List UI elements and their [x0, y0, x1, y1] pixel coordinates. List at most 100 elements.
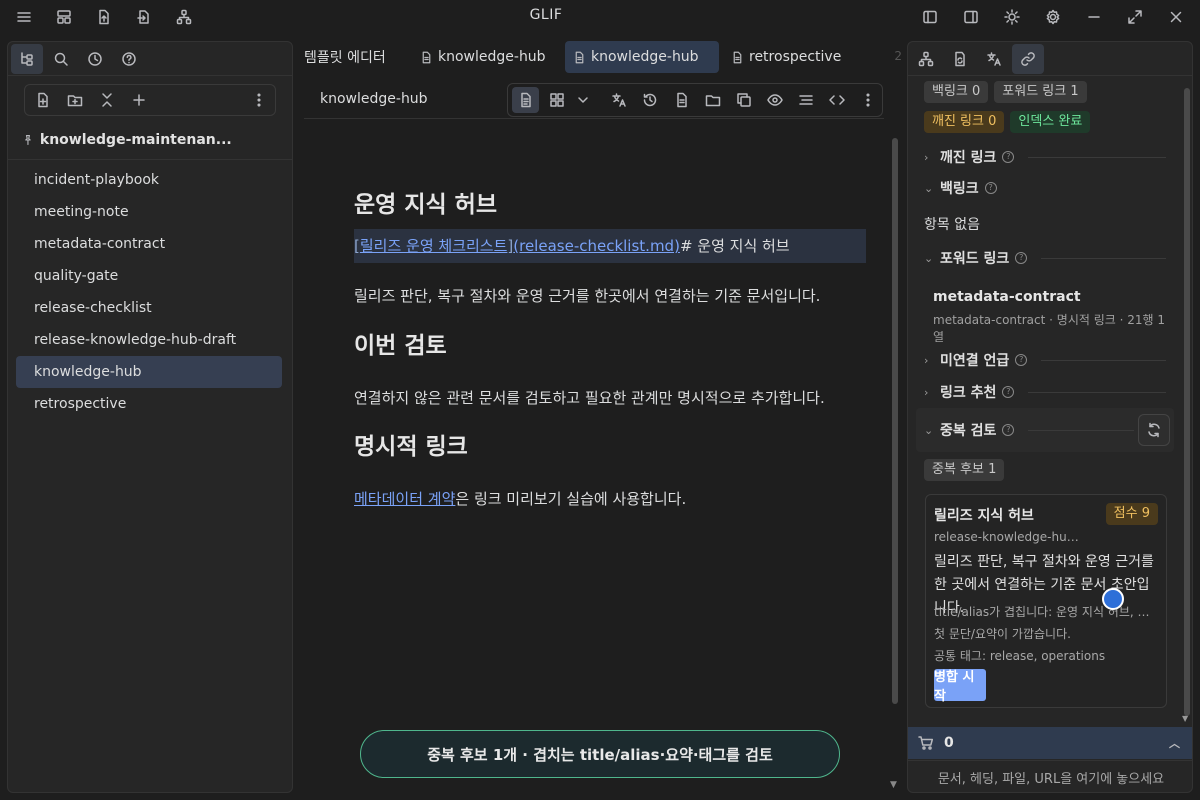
refresh-button[interactable]	[1138, 414, 1170, 446]
reading-view-icon[interactable]	[512, 87, 540, 113]
translate-icon[interactable]	[606, 87, 633, 113]
forward-link-item[interactable]: metadata-contract metadata-contract · 명시…	[933, 289, 1173, 345]
new-folder-icon[interactable]	[61, 87, 89, 113]
minimize-icon[interactable]	[1078, 5, 1110, 29]
file-item-incident-playbook[interactable]: incident-playbook	[16, 164, 282, 196]
link-stats-row-2: 깨진 링크 0 인덱스 완료	[924, 111, 1091, 133]
more-options-icon[interactable]	[251, 92, 267, 108]
heading-2: 이번 검토	[354, 333, 447, 359]
paragraph-2: 연결하지 않은 관련 문서를 검토하고 필요한 관계만 명시적으로 추가합니다.	[354, 389, 825, 407]
left-sidebar: knowledge-maintenan... incident-playbook…	[7, 41, 293, 793]
chevron-down-icon: ⌄	[924, 181, 934, 195]
section-link-suggestions[interactable]: › 링크 추천 ?	[924, 380, 1166, 404]
toggle-left-sidebar-icon[interactable]	[914, 5, 946, 29]
maximize-icon[interactable]	[1119, 5, 1151, 29]
history-icon[interactable]	[637, 87, 664, 113]
duplicate-candidate-card: 릴리즈 지식 허브 점수 9 release-knowledge-hub-...…	[925, 494, 1167, 708]
tab-overflow-indicator[interactable]: 2	[894, 49, 902, 63]
forward-link-meta: metadata-contract · 명시적 링크 · 21행 1열	[933, 313, 1165, 344]
backlinks-count-badge: 백링크 0	[924, 81, 989, 103]
tab-retrospective[interactable]: retrospective	[723, 41, 849, 73]
source-link-line[interactable]: [릴리즈 운영 체크리스트](release-checklist.md)# 운영…	[354, 229, 866, 263]
drop-zone-hint: 문서, 헤딩, 파일, URL을 여기에 놓으세요	[937, 772, 1165, 787]
file-item-release-knowledge-hub-draft[interactable]: release-knowledge-hub-draft	[16, 324, 282, 356]
file-tree-icon[interactable]	[11, 43, 43, 74]
help-icon[interactable]: ?	[1002, 424, 1015, 436]
help-icon[interactable]: ?	[1015, 354, 1028, 366]
toggle-right-sidebar-icon[interactable]	[955, 5, 987, 29]
add-icon[interactable]	[125, 87, 153, 113]
tab-label: retrospective	[749, 49, 842, 65]
link-target[interactable]: (release-checklist.md)	[513, 237, 680, 255]
divider	[1028, 391, 1166, 393]
help-icon[interactable]: ?	[1015, 252, 1028, 264]
more-vertical-icon[interactable]	[855, 87, 882, 113]
scroll-down-arrow-icon[interactable]: ▼	[1182, 714, 1188, 723]
search-icon[interactable]	[45, 44, 77, 74]
refresh-icon	[1148, 422, 1160, 438]
links-icon[interactable]	[1012, 43, 1044, 74]
translate-icon[interactable]	[978, 44, 1010, 74]
section-broken-links[interactable]: › 깨진 링크 ?	[924, 145, 1166, 169]
section-label: 중복 검토	[940, 423, 997, 439]
file-item-release-checklist[interactable]: release-checklist	[16, 292, 282, 324]
help-icon[interactable]: ?	[984, 182, 997, 194]
document-icon	[422, 51, 431, 63]
file-info-icon[interactable]	[668, 87, 695, 113]
close-icon[interactable]	[1160, 5, 1192, 29]
help-icon[interactable]: ?	[1002, 151, 1015, 163]
link-line-tail: # 운영 지식 허브	[679, 237, 790, 255]
right-sidebar-scrollbar[interactable]	[1184, 88, 1190, 716]
section-label: 미연결 언급	[940, 353, 1010, 369]
tab-template-editor[interactable]: 템플릿 에디터	[296, 41, 394, 73]
scroll-down-arrow-icon[interactable]: ▼	[890, 780, 897, 790]
settings-gear-icon[interactable]	[1037, 5, 1069, 29]
link-release-checklist[interactable]: 릴리즈 운영 체크리스트	[360, 237, 508, 255]
collapse-all-icon[interactable]	[93, 87, 121, 113]
right-sidebar-tabs	[908, 42, 1192, 76]
new-note-icon[interactable]	[29, 87, 57, 113]
help-icon[interactable]	[113, 44, 145, 74]
grid-view-icon[interactable]	[543, 87, 570, 113]
editor-scrollbar[interactable]	[892, 138, 898, 704]
file-item-metadata-contract[interactable]: metadata-contract	[16, 228, 282, 260]
drop-zone[interactable]: 문서, 헤딩, 파일, URL을 여기에 놓으세요	[908, 760, 1192, 792]
duplicate-status-toast[interactable]: 중복 후보 1개 · 겹치는 title/alias·요약·태그를 검토	[360, 730, 840, 778]
file-sync-icon[interactable]	[944, 44, 976, 74]
section-forward-links[interactable]: ⌄ 포워드 링크 ?	[924, 246, 1166, 270]
chevron-down-icon: ⌄	[924, 423, 934, 437]
paragraph-3-tail: 은 링크 미리보기 실습에 사용합니다.	[455, 490, 687, 508]
start-merge-button[interactable]: 병합 시작	[934, 669, 986, 704]
section-duplicate-review[interactable]: ⌄ 중복 검토 ?	[924, 418, 1134, 442]
chevron-up-icon[interactable]: ︿	[1169, 735, 1180, 751]
copy-icon[interactable]	[730, 87, 757, 113]
link-metadata-contract[interactable]: 메타데이터 계약	[354, 490, 455, 508]
tab-knowledge-hub-1[interactable]: knowledge-hub	[412, 41, 554, 73]
document-content[interactable]: 운영 지식 허브 [릴리즈 운영 체크리스트](release-checklis…	[354, 174, 866, 510]
link-stats-row-1: 백링크 0 포워드 링크 1	[924, 81, 1087, 103]
open-folder-icon[interactable]	[699, 87, 726, 113]
section-unlinked-mentions[interactable]: › 미연결 언급 ?	[924, 348, 1166, 372]
graph-view-icon[interactable]	[910, 44, 942, 74]
tab-knowledge-hub-active[interactable]: knowledge-hub	[565, 41, 719, 73]
title-bar: GLIF	[0, 0, 1200, 34]
chevron-down-icon[interactable]	[574, 87, 591, 113]
theme-sun-icon[interactable]	[996, 5, 1028, 29]
preview-eye-icon[interactable]	[761, 87, 788, 113]
collection-cart-bar[interactable]: 0 ︿	[908, 727, 1192, 759]
view-header: knowledge-hub	[304, 79, 884, 119]
pin-icon	[25, 134, 31, 145]
file-item-knowledge-hub[interactable]: knowledge-hub	[16, 356, 282, 388]
tab-strip: 템플릿 에디터 knowledge-hub knowledge-hub retr…	[294, 41, 906, 73]
vault-name[interactable]: knowledge-maintenan...	[8, 120, 292, 160]
help-icon[interactable]: ?	[1002, 386, 1015, 398]
candidate-path: release-knowledge-hub-...	[934, 530, 1084, 544]
file-item-meeting-note[interactable]: meeting-note	[16, 196, 282, 228]
file-item-retrospective[interactable]: retrospective	[16, 388, 282, 420]
section-backlinks[interactable]: ⌄ 백링크 ?	[924, 176, 1166, 200]
chevron-right-icon: ›	[924, 353, 929, 367]
outline-icon[interactable]	[793, 87, 820, 113]
source-code-icon[interactable]	[824, 87, 851, 113]
history-clock-icon[interactable]	[79, 44, 111, 74]
file-item-quality-gate[interactable]: quality-gate	[16, 260, 282, 292]
